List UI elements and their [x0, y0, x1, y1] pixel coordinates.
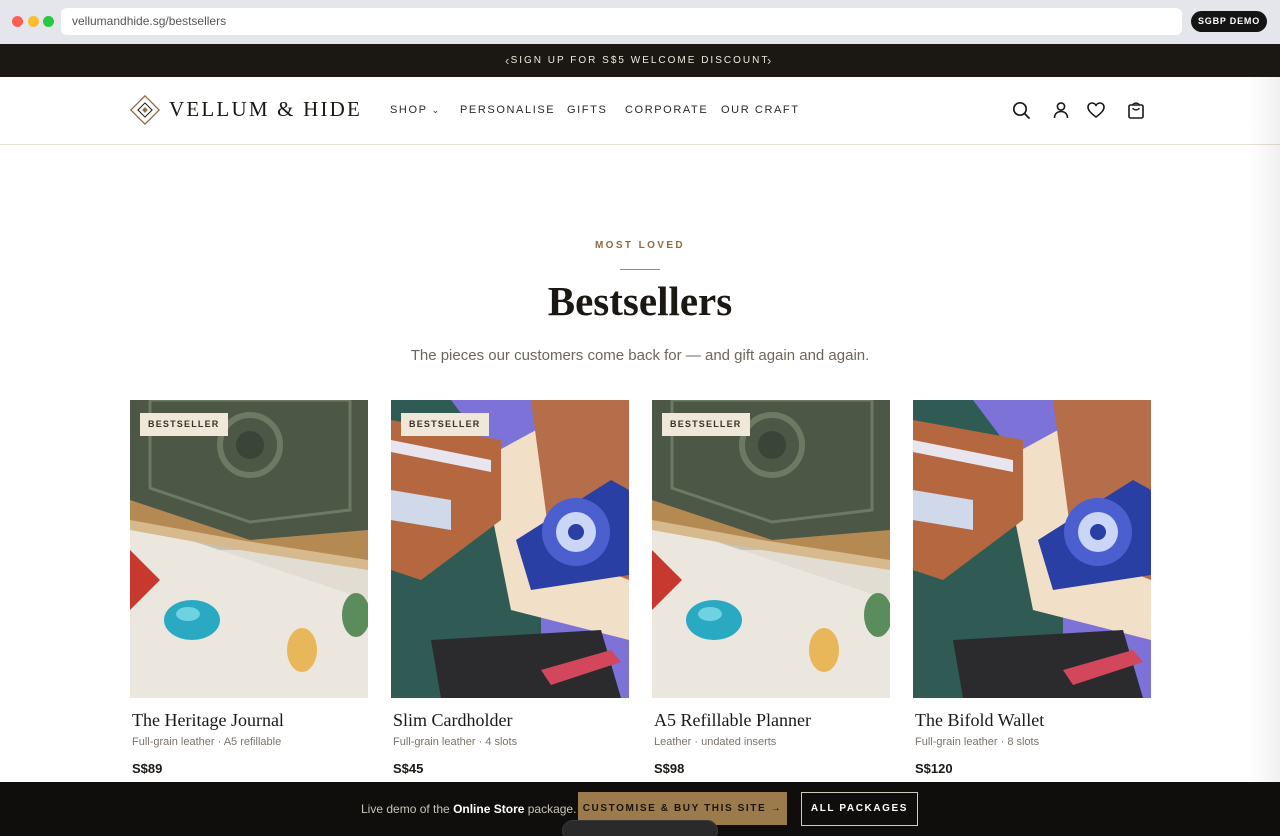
nav-shop-label: SHOP — [390, 104, 428, 116]
product-desc: Full-grain leather · 4 slots — [393, 736, 518, 748]
section-eyebrow: MOST LOVED — [594, 240, 686, 251]
chevron-down-icon: ⌄ — [431, 105, 441, 115]
product-name[interactable]: A5 Refillable Planner — [654, 710, 811, 731]
floating-toolbar[interactable] — [562, 820, 718, 836]
nav-our-craft[interactable]: OUR CRAFT — [721, 77, 800, 145]
announcement-next-button[interactable]: › — [767, 44, 771, 77]
browser-chrome: vellumandhide.sg/bestsellers SGBP DEMO — [0, 0, 1280, 44]
product-card[interactable]: BESTSELLER A5 Refillable Planner Leather… — [652, 400, 890, 776]
demo-bar-text: Live demo of the Online Store package. — [361, 782, 576, 836]
demo-package-name: Online Store — [453, 802, 525, 816]
site-header: VELLUM & HIDE SHOP ⌄ PERSONALISE GIFTS CO… — [0, 77, 1280, 145]
maximize-window-button[interactable] — [43, 16, 54, 27]
eyebrow-divider — [620, 269, 660, 270]
announcement-bar: ‹ SIGN UP FOR S$5 WELCOME DISCOUNT › — [0, 44, 1280, 77]
nav-personalise[interactable]: PERSONALISE — [460, 77, 555, 145]
bestseller-badge: BESTSELLER — [140, 413, 228, 436]
bestseller-badge: BESTSELLER — [662, 413, 750, 436]
product-card[interactable]: BESTSELLER Slim Cardholder Full-grain le… — [391, 400, 629, 776]
product-card[interactable]: BESTSELLER The Heritage Journal Full-gra… — [130, 400, 368, 776]
demo-text-suffix: package. — [524, 802, 577, 816]
brand-name[interactable]: VELLUM & HIDE — [169, 97, 362, 122]
product-price: S$98 — [654, 761, 685, 776]
bag-icon[interactable] — [1126, 100, 1146, 120]
product-name[interactable]: The Heritage Journal — [132, 710, 284, 731]
nav-gifts[interactable]: GIFTS — [567, 77, 607, 145]
product-image[interactable] — [913, 400, 1151, 698]
demo-text-prefix: Live demo of the — [361, 802, 454, 816]
account-icon[interactable] — [1051, 100, 1071, 120]
wallet-image — [391, 400, 629, 698]
product-name[interactable]: The Bifold Wallet — [915, 710, 1044, 731]
nav-shop[interactable]: SHOP ⌄ — [390, 77, 441, 145]
product-price: S$120 — [915, 761, 953, 776]
logo-diamond-icon[interactable] — [130, 95, 160, 125]
close-window-button[interactable] — [12, 16, 23, 27]
wallet-image — [913, 400, 1151, 698]
announcement-prev-button[interactable]: ‹ — [505, 44, 509, 77]
demo-badge: SGBP DEMO — [1191, 11, 1267, 32]
product-desc: Full-grain leather · 8 slots — [915, 736, 1040, 748]
nav-corporate[interactable]: CORPORATE — [625, 77, 708, 145]
journal-image — [130, 400, 368, 698]
product-desc: Leather · undated inserts — [654, 736, 777, 748]
address-bar[interactable]: vellumandhide.sg/bestsellers — [61, 8, 1182, 35]
heart-icon[interactable] — [1086, 100, 1106, 120]
scroll-edge-shadow — [1248, 77, 1280, 782]
product-card[interactable]: The Bifold Wallet Full-grain leather · 8… — [913, 400, 1151, 776]
minimize-window-button[interactable] — [28, 16, 39, 27]
product-price: S$89 — [132, 761, 163, 776]
product-price: S$45 — [393, 761, 424, 776]
product-image[interactable]: BESTSELLER — [391, 400, 629, 698]
search-icon[interactable] — [1011, 100, 1031, 120]
page-subtitle: The pieces our customers come back for —… — [410, 347, 870, 364]
bestseller-badge: BESTSELLER — [401, 413, 489, 436]
journal-image — [652, 400, 890, 698]
all-packages-button[interactable]: ALL PACKAGES — [801, 792, 918, 826]
page-title: Bestsellers — [547, 278, 733, 324]
product-image[interactable]: BESTSELLER — [130, 400, 368, 698]
product-image[interactable]: BESTSELLER — [652, 400, 890, 698]
product-desc: Full-grain leather · A5 refillable — [132, 736, 282, 748]
announcement-text[interactable]: SIGN UP FOR S$5 WELCOME DISCOUNT — [511, 55, 770, 66]
product-name[interactable]: Slim Cardholder — [393, 710, 513, 731]
